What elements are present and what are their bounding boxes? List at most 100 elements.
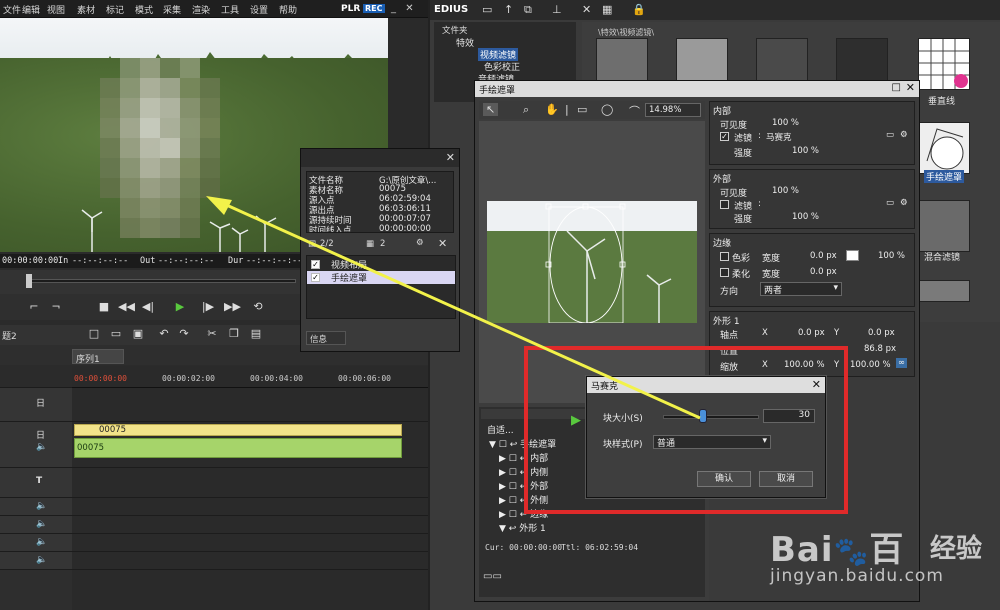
visibility-value[interactable]: 100 % [772,118,799,128]
block-style-select[interactable]: 普通 ▾ [653,435,771,449]
block-size-input[interactable]: 30 [763,409,815,423]
tracks-area[interactable]: 00075 00075 [72,388,428,610]
up-icon[interactable]: ↑ [504,3,513,16]
expand-icon[interactable]: ▼ ☐ ↩ [489,440,520,450]
effect-thumb[interactable] [918,280,970,302]
cancel-button[interactable]: 取消 [759,471,813,487]
lock-icon[interactable]: 🔒 [632,3,646,16]
outer-filter-checkbox[interactable] [720,200,729,209]
menu-capture[interactable]: 采集 [163,3,181,16]
block-size-slider-thumb[interactable] [699,409,708,423]
zoom-tool-icon[interactable]: ⌕ [523,103,529,117]
menu-view[interactable]: 视图 [47,3,65,16]
grid-view-icon[interactable]: ▦ [602,3,612,16]
new-sequence-icon[interactable]: □ [86,327,102,341]
edge-color-checkbox[interactable] [720,252,729,261]
edge-color-swatch[interactable] [846,250,859,261]
mask-titlebar[interactable]: 手绘遮罩 □ ✕ [475,81,919,97]
set-out-icon[interactable]: ¬ [48,300,64,314]
scale-y-value[interactable]: 100.00 % [850,360,891,370]
filter-settings-icon[interactable]: ⚙ [900,198,908,208]
list-item-hand-mask[interactable]: ✓ 手绘遮罩 [307,271,455,284]
close-icon[interactable]: ✕ [446,151,455,164]
delete-icon[interactable]: ✕ [582,3,591,16]
checkbox[interactable]: ✓ [311,273,320,282]
paste-icon[interactable]: ▤ [248,327,264,341]
menu-file[interactable]: 文件 [3,3,21,16]
block-size-slider-track[interactable] [663,415,759,419]
hand-tool-icon[interactable]: ✋ [545,103,559,116]
strength-value[interactable]: 100 % [792,212,819,222]
timeline-clip-audio[interactable]: 00075 [74,438,402,458]
scrub-bar[interactable] [0,270,300,294]
strength-value[interactable]: 100 % [792,146,819,156]
axis-y-value[interactable]: 0.0 px [868,328,895,338]
rectangle-tool-icon[interactable]: ▭ [577,103,587,116]
ok-button[interactable]: 确认 [697,471,751,487]
track-header-audio-4[interactable]: 🔈 [0,552,72,570]
effect-thumb-vertical-lines[interactable] [918,38,970,90]
redo-icon[interactable]: ↷ [176,327,192,341]
auto-label[interactable]: 自适... [487,423,514,436]
filter-open-icon[interactable]: ▭ [886,198,894,208]
transition-icon[interactable]: ⊥ [552,3,562,16]
edge-opacity-value[interactable]: 100 % [878,251,905,261]
ellipse-tool-icon[interactable]: ◯ [601,103,613,116]
expand-icon[interactable]: ▶ ☐ ↩ [499,454,530,464]
effect-thumb-blend[interactable] [918,200,970,252]
set-in-icon[interactable]: ⌐ [26,300,42,314]
visibility-value[interactable]: 100 % [772,186,799,196]
cut-icon[interactable]: ✂ [204,327,220,341]
width-value[interactable]: 0.0 px [810,251,837,261]
effect-icon[interactable]: ⧉ [524,3,532,17]
position-y-value[interactable]: 86.8 px [864,344,896,354]
track-header-video-1[interactable]: 日 [0,388,72,422]
soft-width-value[interactable]: 0.0 px [810,267,837,277]
effect-thumb-hand-mask[interactable] [918,122,970,174]
menu-mode[interactable]: 模式 [135,3,153,16]
settings-icon[interactable]: ⚙ [416,238,424,248]
menu-render[interactable]: 渲染 [192,3,210,16]
maximize-icon[interactable]: □ [892,82,901,93]
scrub-handle[interactable] [26,274,32,288]
axis-x-value[interactable]: 0.0 px [798,328,825,338]
mask-canvas[interactable] [479,121,705,403]
loop-icon[interactable]: ⟲ [250,300,266,314]
filter-settings-icon[interactable]: ⚙ [900,130,908,140]
bezier-tool-icon[interactable]: ⌒ [629,103,640,119]
timeline-ruler[interactable]: 00:00:00:00 00:00:02:00 00:00:04:00 00:0… [72,366,428,388]
checkbox[interactable]: ✓ [311,260,320,269]
view-mode-icon[interactable]: ▭▭ [483,571,502,582]
menu-clip[interactable]: 素材 [77,3,95,16]
rewind-icon[interactable]: ◀◀ [118,300,135,314]
track-header-audio-3[interactable]: 🔈 [0,534,72,552]
track-header-audio-1[interactable]: 🔈 [0,498,72,516]
zoom-select[interactable]: 14.98% [645,103,701,117]
save-icon[interactable]: ▣ [130,327,146,341]
close-icon[interactable]: ✕ [812,378,821,391]
expand-icon[interactable]: ▶ ☐ ↩ [499,510,530,520]
timeline-clip-video[interactable]: 00075 [74,424,402,436]
stop-icon[interactable]: ■ [96,300,112,314]
step-back-icon[interactable]: ◀| [140,300,156,314]
mosaic-titlebar[interactable]: 马赛克 ✕ [587,377,825,393]
minimize-icon[interactable]: _ [388,3,399,14]
tab-sequence-1[interactable]: 序列1 [72,349,124,365]
info-titlebar[interactable]: ✕ [301,149,459,167]
menu-tools[interactable]: 工具 [221,3,239,16]
tree-item-effects[interactable]: 特效 [456,36,474,49]
select-tool-icon[interactable]: ↖ [483,103,499,116]
copy-icon[interactable]: ❐ [226,327,242,341]
delete-effect-icon[interactable]: ✕ [438,237,447,250]
expand-icon[interactable]: ▼ ↩ [499,524,519,534]
menu-settings[interactable]: 设置 [250,3,268,16]
undo-icon[interactable]: ↶ [156,327,172,341]
play-icon[interactable]: ▶ [172,300,188,314]
filter-open-icon[interactable]: ▭ [886,130,894,140]
link-icon[interactable]: ∞ [896,358,908,368]
menu-edit[interactable]: 编辑 [22,3,40,16]
track-header-audio-2[interactable]: 🔈 [0,516,72,534]
track-header-title[interactable]: T [0,468,72,498]
open-icon[interactable]: ▭ [108,327,124,341]
play-icon[interactable]: ▶ [571,413,581,428]
